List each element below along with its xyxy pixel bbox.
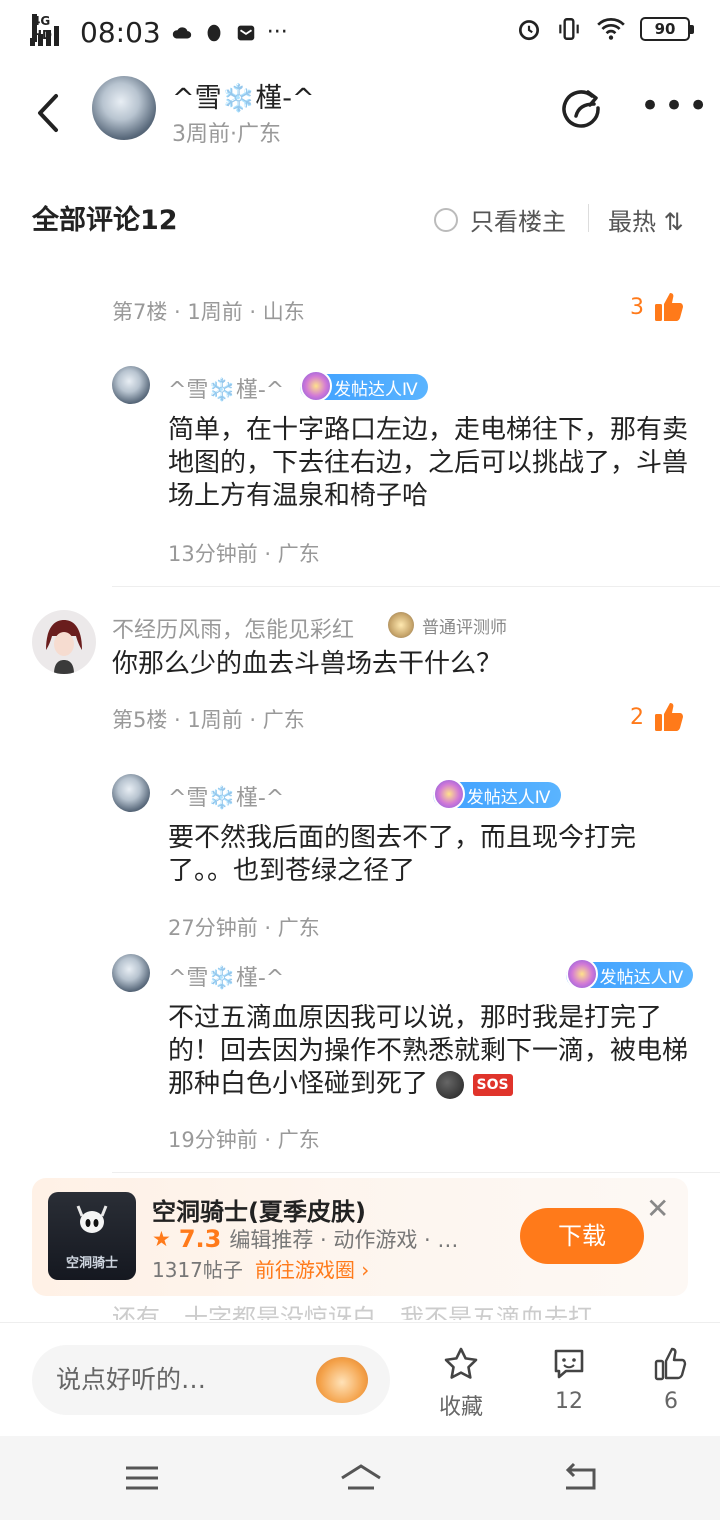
game-tags: 编辑推荐 · 动作游戏 · … (229, 1228, 459, 1252)
user-badge: 普通评测师 (388, 612, 507, 638)
penguin-icon (207, 24, 221, 41)
clock: 08:03 (80, 16, 161, 49)
reply-text: 简单，在十字路口左边，走电梯往下，那有卖地图的，下去往右边，之后可以挑战了，斗兽… (168, 415, 689, 511)
system-nav-bar (0, 1436, 720, 1520)
home-icon[interactable] (338, 1460, 384, 1496)
star-icon: ★ (152, 1227, 171, 1251)
return-icon[interactable] (560, 1460, 600, 1496)
reply-text: 要不然我后面的图去不了，而且现今打完了。。也到苍绿之径了 (168, 823, 637, 886)
message-icon (237, 25, 254, 40)
comment-author[interactable]: 不经历风雨，怎能见彩红 (112, 612, 354, 644)
like-count: 2 (630, 704, 644, 730)
like-count: 3 (630, 294, 644, 320)
badge-label: 普通评测师 (422, 617, 507, 638)
favorite-button[interactable]: 收藏 (426, 1345, 496, 1421)
post-meta: 3周前·广东 (172, 122, 281, 147)
reply-meta: 27分钟前 · 广东 (168, 916, 320, 940)
badge-label: 发帖达人Ⅳ (599, 967, 684, 988)
share-icon[interactable] (562, 88, 604, 130)
reply-avatar[interactable] (112, 774, 150, 812)
only-op-label: 只看楼主 (470, 208, 566, 236)
floor-meta: 第5楼 · 1周前 · 广东 (112, 708, 305, 732)
comment-bar: 说点好听的… 收藏 12 6 (0, 1322, 720, 1436)
thumb-up-icon (655, 293, 683, 321)
like-button[interactable]: 6 (636, 1345, 706, 1414)
like-button[interactable]: 3 (630, 290, 686, 324)
game-score: 7.3 (178, 1225, 222, 1253)
thumb-up-icon (655, 703, 683, 731)
alarm-icon (518, 20, 540, 41)
reply-avatar[interactable] (112, 954, 150, 992)
wifi-icon (597, 18, 625, 40)
post-header: ^雪❄️槿-^ 3周前·广东 ••• (0, 66, 720, 160)
only-op-toggle[interactable]: 只看楼主 (434, 202, 566, 237)
floor-meta: 第7楼 · 1周前 · 山东 (112, 300, 305, 324)
level-badge: 发帖达人Ⅳ (300, 370, 428, 402)
comments-button[interactable]: 12 (534, 1345, 604, 1414)
more-status-icon: ··· (266, 20, 288, 45)
game-thumb-label: 空洞骑士 (65, 1256, 118, 1271)
game-promo-card[interactable]: 空洞骑士 空洞骑士(夏季皮肤) ★ 7.3 编辑推荐 · 动作游戏 · … 13… (32, 1178, 688, 1296)
like-button[interactable]: 2 (630, 700, 686, 734)
emoji-mascot-icon[interactable] (316, 1357, 368, 1403)
thumb-up-icon (654, 1347, 687, 1381)
reply-avatar[interactable] (112, 366, 150, 404)
divider (112, 586, 720, 587)
download-button[interactable]: 下载 (520, 1208, 644, 1264)
close-icon[interactable]: ✕ (646, 1192, 669, 1225)
comment-text: 你那么少的血去斗兽场去干什么？ (112, 649, 503, 679)
battery-indicator: 90 (640, 17, 694, 41)
game-sub: 1317帖子 前往游戏圈 › (152, 1254, 369, 1283)
level-badge: 发帖达人Ⅳ (565, 958, 694, 990)
comments-count: 12 (555, 1389, 583, 1414)
badge-icon (388, 612, 414, 638)
knight-icon (76, 1205, 108, 1233)
back-icon[interactable] (30, 90, 66, 136)
game-rating: ★ 7.3 编辑推荐 · 动作游戏 · … (152, 1224, 458, 1254)
sos-emoji-icon: SOS (472, 1073, 513, 1096)
game-circle-link-label: 前往游戏圈 (254, 1258, 355, 1282)
cloud-icon (172, 26, 191, 38)
reply-author[interactable]: ^雪❄️槿-^ (168, 780, 284, 812)
game-thumbnail[interactable]: 空洞骑士 (48, 1192, 136, 1280)
badge-icon (565, 958, 598, 990)
sort-toggle[interactable]: 最热 ⇅ (608, 202, 684, 237)
reply-text: 不过五滴血原因我可以说，那时我是打完了的！回去因为操作不熟悉就剩下一滴，被电梯那… (168, 1002, 688, 1101)
menu-icon[interactable] (122, 1460, 162, 1496)
face-emoji-icon (436, 1070, 465, 1099)
game-post-count: 1317帖子 (152, 1258, 243, 1282)
reply-meta: 13分钟前 · 广东 (168, 542, 320, 566)
badge-label: 发帖达人Ⅳ (466, 787, 551, 808)
user-avatar[interactable] (32, 610, 96, 674)
comment-icon (554, 1349, 584, 1379)
reply-author[interactable]: ^雪❄️槿-^ (168, 372, 284, 404)
reply-meta: 19分钟前 · 广东 (168, 1128, 320, 1152)
author-name[interactable]: ^雪❄️槿-^ (172, 76, 315, 115)
status-bar: 4G HD 08:03 ··· 90 (0, 0, 720, 66)
level-badge: 发帖达人Ⅳ (432, 778, 561, 810)
comments-header: 全部评论12 只看楼主 最热 ⇅ (0, 190, 720, 246)
game-circle-link[interactable]: 前往游戏圈 › (255, 1254, 369, 1283)
divider (112, 1172, 720, 1173)
signal-icon: 4G HD (30, 13, 70, 46)
more-icon[interactable]: ••• (640, 89, 712, 123)
vibrate-icon (559, 18, 579, 40)
radio-icon[interactable] (434, 207, 458, 232)
badge-label: 发帖达人Ⅳ (334, 379, 418, 400)
badge-icon (432, 778, 465, 810)
star-icon (444, 1347, 478, 1379)
sort-label: 最热 (608, 208, 656, 236)
sort-icon: ⇅ (663, 208, 684, 236)
reply-text-body: 不过五滴血原因我可以说，那时我是打完了的！回去因为操作不熟悉就剩下一滴，被电梯那… (168, 1003, 689, 1099)
divider (588, 204, 589, 232)
favorite-label: 收藏 (438, 1395, 483, 1420)
badge-icon (300, 370, 332, 402)
partial-comment-text: 还有，十字都是没惊讶白，我不是五滴血去打 (112, 1304, 592, 1320)
author-avatar[interactable] (92, 76, 156, 140)
likes-count: 6 (664, 1389, 678, 1414)
game-title[interactable]: 空洞骑士(夏季皮肤) (152, 1192, 366, 1227)
comments-title: 全部评论12 (32, 205, 178, 236)
network-label: 4G HD (32, 13, 52, 42)
reply-author[interactable]: ^雪❄️槿-^ (168, 960, 284, 992)
